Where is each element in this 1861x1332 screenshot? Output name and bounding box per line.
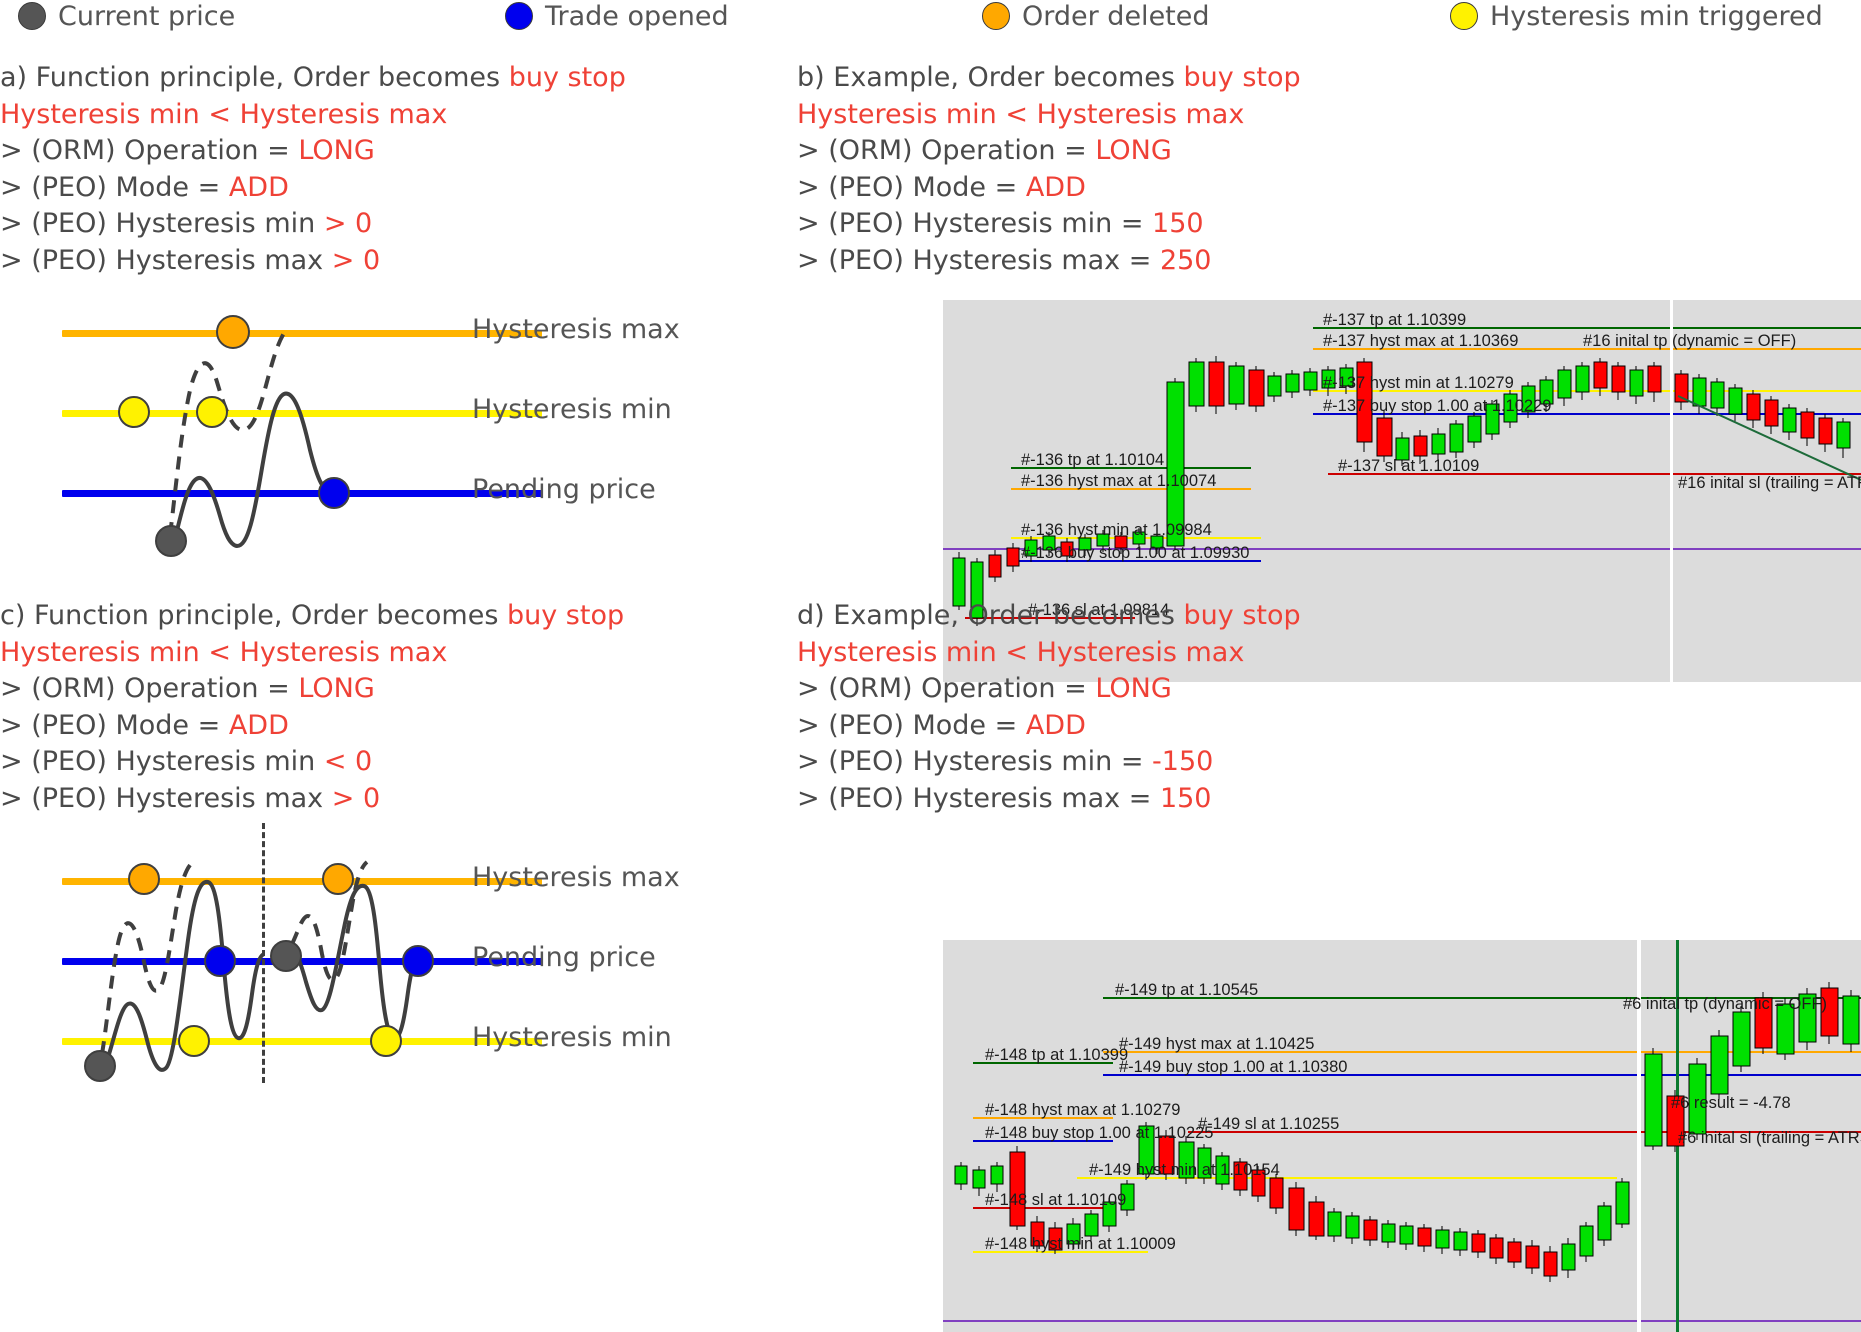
current-price-marker-1 bbox=[84, 1050, 116, 1082]
chart-label: #-149 buy stop 1.00 at 1.10380 bbox=[1119, 1058, 1348, 1076]
panel-d-chart[interactable]: #-149 tp at 1.10545 #6 inital tp (dynami… bbox=[943, 940, 1861, 1332]
current-price-marker-2 bbox=[270, 940, 302, 972]
chart-label: #-136 hyst max at 1.10074 bbox=[1021, 472, 1217, 490]
panel-d-description: d) Example, Order becomes buy stop Hyste… bbox=[797, 598, 1301, 817]
panel-c-description: c) Function principle, Order becomes buy… bbox=[0, 598, 624, 817]
hyst-min-marker-2 bbox=[370, 1025, 402, 1057]
chart-label: #-136 buy stop 1.00 at 1.09930 bbox=[1021, 544, 1250, 562]
chart-label: #16 inital tp (dynamic = OFF) bbox=[1583, 332, 1797, 350]
legend-item-current-price: Current price bbox=[18, 2, 235, 30]
order-deleted-marker bbox=[216, 315, 250, 349]
chart-label: #-137 sl at 1.10109 bbox=[1338, 457, 1480, 475]
chart-label: #6 inital tp (dynamic = OFF) bbox=[1623, 995, 1828, 1013]
chart-label: #-148 buy stop 1.00 at 1.10225 bbox=[985, 1124, 1214, 1142]
chart-label: #-149 tp at 1.10545 bbox=[1115, 981, 1259, 999]
panel-b-line-0: Hysteresis min < Hysteresis max bbox=[797, 98, 1245, 130]
legend-item-order-deleted: Order deleted bbox=[982, 2, 1210, 30]
legend-item-trade-opened: Trade opened bbox=[505, 2, 729, 30]
panel-b-heading: b) Example, Order becomes buy stop bbox=[797, 62, 1301, 93]
hyst-min-marker-1 bbox=[118, 396, 150, 428]
circle-marker-icon bbox=[18, 2, 46, 30]
panel-b-line-3: > (PEO) Hysteresis min = 150 bbox=[797, 208, 1204, 239]
legend-label: Trade opened bbox=[545, 0, 729, 32]
chart-label: #16 inital sl (trailing = ATRS) bbox=[1678, 474, 1861, 492]
chart-label: #6 inital sl (trailing = ATRS) bbox=[1678, 1129, 1861, 1147]
candle-group-mid bbox=[1138, 1122, 1630, 1282]
panel-a-line-0: Hysteresis min < Hysteresis max bbox=[0, 98, 448, 130]
circle-marker-icon bbox=[1450, 2, 1478, 30]
chart-label: #-137 buy stop 1.00 at 1.10229 bbox=[1323, 397, 1552, 415]
chart-label: #-137 hyst max at 1.10369 bbox=[1323, 332, 1519, 350]
panel-c-line-0: Hysteresis min < Hysteresis max bbox=[0, 636, 448, 668]
panel-a-line-2: > (PEO) Mode = ADD bbox=[0, 171, 289, 203]
legend-label: Current price bbox=[58, 0, 236, 32]
chart-label: #-149 hyst min at 1.10154 bbox=[1089, 1161, 1280, 1179]
panel-a-line-4: > (PEO) Hysteresis max > 0 bbox=[0, 244, 381, 276]
panel-b-description: b) Example, Order becomes buy stop Hyste… bbox=[797, 60, 1301, 279]
chart-label: #-136 tp at 1.10104 bbox=[1021, 451, 1165, 469]
panel-c-line-2: > (PEO) Mode = ADD bbox=[0, 709, 289, 741]
panel-a-heading: a) Function principle, Order becomes buy… bbox=[0, 62, 626, 93]
panel-b-line-2: > (PEO) Mode = ADD bbox=[797, 171, 1086, 203]
panel-b-line-1: > (ORM) Operation = LONG bbox=[797, 135, 1172, 166]
chart-label: #-137 hyst min at 1.10279 bbox=[1323, 374, 1514, 392]
chart-label: #-136 hyst min at 1.09984 bbox=[1021, 521, 1212, 539]
panel-d-line-1: > (ORM) Operation = LONG bbox=[797, 673, 1172, 704]
chart-label: #-148 hyst max at 1.10279 bbox=[985, 1101, 1181, 1119]
panel-d-heading: d) Example, Order becomes buy stop bbox=[797, 600, 1301, 631]
panel-b-line-4: > (PEO) Hysteresis max = 250 bbox=[797, 244, 1212, 276]
trade-opened-marker-1 bbox=[204, 945, 236, 977]
legend-item-hysteresis-min-triggered: Hysteresis min triggered bbox=[1450, 2, 1823, 30]
legend-label: Order deleted bbox=[1022, 0, 1210, 32]
panel-a-diagram: Hysteresis max Hysteresis min Pending pr… bbox=[0, 290, 780, 570]
trade-opened-marker-2 bbox=[402, 945, 434, 977]
legend: Current price Trade opened Order deleted… bbox=[0, 0, 1861, 40]
panel-c-heading: c) Function principle, Order becomes buy… bbox=[0, 600, 625, 631]
chart-label: #6 result = -4.78 bbox=[1671, 1094, 1791, 1112]
panel-a-price-curves bbox=[168, 332, 333, 549]
chart-label: #-149 sl at 1.10255 bbox=[1198, 1115, 1340, 1133]
panel-a-line-3: > (PEO) Hysteresis min > 0 bbox=[0, 208, 373, 239]
panel-a-description: a) Function principle, Order becomes buy… bbox=[0, 60, 626, 279]
panel-d-line-4: > (PEO) Hysteresis max = 150 bbox=[797, 782, 1212, 814]
panel-d-line-2: > (PEO) Mode = ADD bbox=[797, 709, 1086, 741]
legend-label: Hysteresis min triggered bbox=[1490, 0, 1823, 32]
panel-c-line-1: > (ORM) Operation = LONG bbox=[0, 673, 375, 704]
panel-c-line-4: > (PEO) Hysteresis max > 0 bbox=[0, 782, 381, 814]
chart-label: #-137 tp at 1.10399 bbox=[1323, 311, 1467, 329]
current-price-marker bbox=[155, 525, 187, 557]
panel-c-line-3: > (PEO) Hysteresis min < 0 bbox=[0, 746, 373, 777]
hyst-min-marker-1 bbox=[178, 1025, 210, 1057]
order-deleted-marker-2 bbox=[322, 863, 354, 895]
chart-label: #-148 hyst min at 1.10009 bbox=[985, 1235, 1176, 1253]
order-deleted-marker-1 bbox=[128, 863, 160, 895]
panel-a-line-1: > (ORM) Operation = LONG bbox=[0, 135, 375, 166]
hyst-min-marker-2 bbox=[196, 396, 228, 428]
candle-group-right bbox=[1674, 370, 1851, 458]
panel-d-line-0: Hysteresis min < Hysteresis max bbox=[797, 636, 1245, 668]
chart-label: #-148 tp at 1.10399 bbox=[985, 1046, 1129, 1064]
trade-opened-marker bbox=[318, 477, 350, 509]
circle-marker-icon bbox=[505, 2, 533, 30]
panel-d-line-3: > (PEO) Hysteresis min = -150 bbox=[797, 746, 1214, 777]
panel-c-diagram: Hysteresis max Pending price Hysteresis … bbox=[0, 823, 780, 1118]
chart-label: #-148 sl at 1.10109 bbox=[985, 1191, 1127, 1209]
chart-label: #-149 hyst max at 1.10425 bbox=[1119, 1035, 1315, 1053]
circle-marker-icon bbox=[982, 2, 1010, 30]
